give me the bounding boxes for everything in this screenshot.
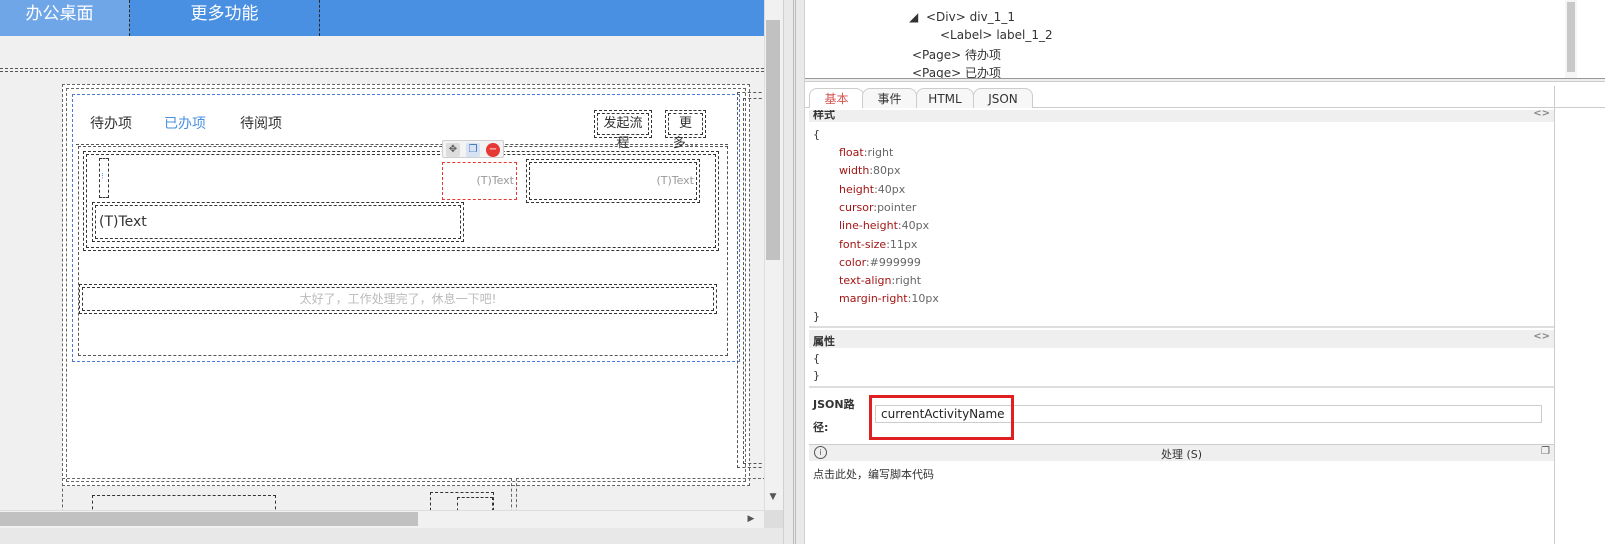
style-value: right <box>895 274 922 287</box>
nav-tab-more-functions[interactable]: 更多功能 <box>130 0 320 36</box>
vertical-scroll-thumb[interactable] <box>766 20 780 260</box>
style-key: cursor <box>839 201 874 214</box>
style-entry[interactable]: width:80px <box>839 164 901 177</box>
panel-edge <box>1554 86 1555 544</box>
json-path-label: JSON路 <box>813 398 855 411</box>
expand-code-icon[interactable]: <> <box>1533 331 1550 342</box>
style-section-title: 样式 <box>813 110 835 121</box>
layout-divider <box>0 68 764 69</box>
tab-bar-divider <box>76 144 728 145</box>
tree-node-div[interactable]: <Div> div_1_1 <box>926 10 1015 24</box>
style-key: height <box>839 183 875 196</box>
expand-code-icon[interactable]: <> <box>1533 110 1550 119</box>
style-entry[interactable]: float:right <box>839 146 893 159</box>
tab-to-read[interactable]: 待阅项 <box>240 113 282 133</box>
tree-node-label[interactable]: <Label> label_1_2 <box>940 28 1053 42</box>
tab-basic[interactable]: 基本 <box>809 88 864 108</box>
component-tree: · · · · · · · · · · · · · · · · · · · · … <box>805 0 1565 78</box>
attributes-section-header[interactable]: 属性 <> <box>809 330 1554 348</box>
text-component-title[interactable]: (T)Text <box>92 202 464 242</box>
panel-divider[interactable] <box>805 78 1605 82</box>
process-section-header[interactable]: i 处理 (S) ❐ <box>809 444 1554 461</box>
tree-node-tag: <Div> <box>926 10 966 24</box>
scroll-down-arrow-icon[interactable]: ▼ <box>766 490 780 504</box>
style-entry[interactable]: height:40px <box>839 183 905 196</box>
style-entry[interactable]: color:#999999 <box>839 256 921 269</box>
style-value: 10px <box>911 292 939 305</box>
nav-tab-office-desk[interactable]: 办公桌面 <box>0 0 130 36</box>
more-button[interactable]: 更多... <box>665 110 706 151</box>
style-entry[interactable]: cursor:pointer <box>839 201 916 214</box>
style-key: text-align <box>839 274 892 287</box>
empty-state-message[interactable]: 太好了，工作处理完了，休息一下吧! <box>79 284 717 314</box>
scroll-right-arrow-icon[interactable]: ▶ <box>744 512 758 526</box>
style-value: 11px <box>889 238 918 251</box>
move-icon[interactable]: ✥ <box>446 143 460 157</box>
maximize-icon[interactable]: ❐ <box>1541 446 1550 457</box>
tab-done[interactable]: 已办项 <box>164 113 206 133</box>
tab-todo[interactable]: 待办项 <box>90 113 132 133</box>
process-section-title: 处理 (S) <box>1160 448 1203 461</box>
section-divider <box>809 386 1554 388</box>
style-key: line-height <box>839 219 898 232</box>
anchor-icon: ⁝ <box>101 172 104 182</box>
style-key: float <box>839 146 864 159</box>
tree-node-partial[interactable]: · · · · · · · · · · · · · · · · · · · · <box>955 0 1104 6</box>
style-value: pointer <box>877 201 917 214</box>
script-editor-hint[interactable]: 点击此处，编写脚本代码 <box>813 466 934 482</box>
text-component[interactable]: (T)Text <box>526 159 700 203</box>
tab-events[interactable]: 事件 <box>862 88 917 108</box>
style-value: 80px <box>873 164 901 177</box>
tree-node-name: 已办项 <box>965 66 1002 78</box>
style-close-brace: } <box>813 310 820 323</box>
style-entry[interactable]: line-height:40px <box>839 219 929 232</box>
section-divider <box>809 326 1554 328</box>
tree-node-tag: <Label> <box>940 28 993 42</box>
style-open-brace: { <box>813 128 820 141</box>
copy-icon[interactable]: ❐ <box>466 143 480 157</box>
tree-node-name: label_1_2 <box>996 28 1053 42</box>
style-key: width <box>839 164 870 177</box>
text-component-label: (T)Text <box>476 174 514 187</box>
layout-divider <box>0 71 764 72</box>
style-section-header[interactable]: 样式 <> <box>809 110 1554 122</box>
style-entry[interactable]: text-align:right <box>839 274 921 287</box>
attributes-section-title: 属性 <box>813 335 835 348</box>
delete-icon[interactable]: − <box>486 143 500 157</box>
style-entry[interactable]: font-size:11px <box>839 238 917 251</box>
style-value: 40px <box>901 219 930 232</box>
text-component-label: (T)Text <box>656 174 694 187</box>
attributes-open-brace: { <box>813 352 820 365</box>
json-path-label-cont: 径: <box>813 421 829 434</box>
tree-expand-icon[interactable]: ◢ <box>909 10 918 24</box>
style-value: #999999 <box>869 256 921 269</box>
scrollbar-corner <box>764 510 783 528</box>
text-component-selected[interactable]: (T)Text <box>442 162 517 200</box>
tree-node-page-todo[interactable]: <Page> 待办项 <box>912 46 1001 63</box>
horizontal-scroll-thumb[interactable] <box>0 512 418 526</box>
attributes-close-brace: } <box>813 369 820 382</box>
tree-node-tag: <Page> <box>912 66 962 78</box>
style-key: color <box>839 256 866 269</box>
component-toolbar: ✥ ❐ − <box>442 140 504 158</box>
style-value: 40px <box>877 183 906 196</box>
tab-json[interactable]: JSON <box>973 88 1033 108</box>
text-component-label: (T)Text <box>99 214 147 230</box>
tab-html[interactable]: HTML <box>916 88 974 108</box>
style-key: font-size <box>839 238 887 251</box>
splitter-grip[interactable] <box>793 0 796 544</box>
style-value: right <box>867 146 894 159</box>
start-flow-button[interactable]: 发起流程 <box>594 110 652 151</box>
annotation-highlight-box <box>869 395 1014 440</box>
tree-node-page-done[interactable]: <Page> 已办项 <box>912 64 1001 78</box>
tree-node-tag: <Page> <box>912 48 962 62</box>
tree-node-name: div_1_1 <box>969 10 1015 24</box>
style-key: margin-right <box>839 292 908 305</box>
tree-node-name: 待办项 <box>965 48 1002 62</box>
status-strip <box>0 528 783 544</box>
tree-scroll-thumb[interactable] <box>1567 2 1575 72</box>
style-entry[interactable]: margin-right:10px <box>839 292 939 305</box>
top-navigation-bar: 办公桌面 更多功能 <box>0 0 783 36</box>
